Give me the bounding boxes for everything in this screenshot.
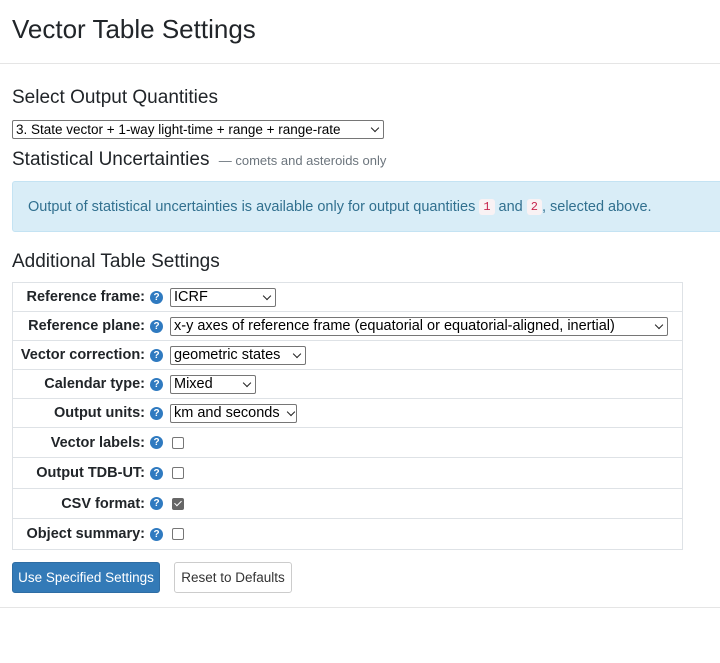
reference-plane-select[interactable]: x-y axes of reference frame (equatorial …: [170, 316, 668, 336]
chevron-down-icon: [262, 291, 272, 300]
value-cell: [163, 528, 184, 540]
value-cell: x-y axes of reference frame (equatorial …: [163, 316, 668, 336]
help-icon[interactable]: ?: [150, 436, 163, 449]
reference-frame-label: Reference frame:: [26, 289, 145, 305]
footer-divider: [0, 607, 720, 608]
quantity-code-1: 1: [479, 198, 495, 215]
csv-format-label: CSV format:: [61, 495, 145, 512]
label-cell: CSV format: ?: [13, 496, 163, 512]
reference-plane-label: Reference plane:: [28, 318, 145, 334]
label-cell: Reference plane: ?: [13, 318, 163, 334]
label-cell: Reference frame: ?: [13, 289, 163, 305]
help-icon[interactable]: ?: [150, 348, 163, 362]
settings-row-vector-correction: Vector correction: ? geometric states: [13, 341, 682, 370]
settings-row-output-tdb-ut: Output TDB-UT: ?: [13, 458, 682, 489]
vector-labels-label: Vector labels:: [50, 434, 145, 451]
csv-format-checkbox[interactable]: [172, 497, 184, 510]
chevron-down-icon: [286, 407, 296, 416]
value-cell: [163, 467, 184, 479]
label-cell: Vector correction: ?: [13, 347, 163, 363]
output-quantities-select[interactable]: 3. State vector + 1-way light-time + ran…: [12, 120, 384, 139]
info-text-prefix: Output of statistical uncertainties is a…: [28, 198, 476, 215]
info-text-and: and: [498, 198, 523, 215]
help-icon[interactable]: ?: [150, 406, 163, 420]
label-cell: Vector labels: ?: [13, 435, 163, 451]
chevron-down-icon: [654, 320, 664, 329]
output-quantities-value: 3. State vector + 1-way light-time + ran…: [16, 122, 341, 137]
label-cell: Object summary: ?: [13, 526, 163, 542]
object-summary-label: Object summary:: [26, 526, 145, 542]
help-icon[interactable]: ?: [150, 466, 163, 480]
settings-row-reference-plane: Reference plane: ? x-y axes of reference…: [13, 312, 682, 341]
label-cell: Output TDB-UT: ?: [13, 465, 163, 481]
chevron-down-icon: [370, 123, 380, 133]
settings-row-output-units: Output units: ? km and seconds: [13, 399, 682, 428]
chevron-down-icon: [292, 349, 302, 358]
output-units-label: Output units:: [53, 405, 145, 421]
reference-frame-value: ICRF: [174, 289, 208, 305]
value-cell: [163, 436, 184, 449]
value-cell: [163, 497, 184, 510]
calendar-type-select[interactable]: Mixed: [170, 374, 256, 394]
settings-row-object-summary: Object summary: ?: [13, 519, 682, 549]
output-quantities-heading: Select Output Quantities: [12, 87, 218, 108]
chevron-down-icon: [242, 378, 252, 387]
info-text-suffix: , selected above.: [541, 198, 652, 215]
help-icon[interactable]: ?: [150, 497, 163, 510]
vector-correction-select[interactable]: geometric states: [170, 345, 306, 365]
help-icon[interactable]: ?: [150, 290, 163, 304]
settings-row-vector-labels: Vector labels: ?: [13, 428, 682, 458]
calendar-type-label: Calendar type:: [44, 376, 145, 392]
vector-correction-label: Vector correction:: [20, 347, 145, 363]
object-summary-checkbox[interactable]: [172, 528, 184, 540]
settings-row-csv-format: CSV format: ?: [13, 489, 682, 519]
settings-row-reference-frame: Reference frame: ? ICRF: [13, 283, 682, 312]
calendar-type-value: Mixed: [174, 376, 213, 392]
value-cell: geometric states: [163, 345, 306, 365]
uncertainties-title: Statistical Uncertainties: [12, 149, 210, 170]
vector-labels-checkbox[interactable]: [172, 436, 184, 449]
uncertainties-heading: Statistical Uncertainties — comets and a…: [12, 149, 386, 171]
value-cell: ICRF: [163, 287, 276, 307]
label-cell: Calendar type: ?: [13, 376, 163, 392]
output-units-select[interactable]: km and seconds: [170, 403, 297, 423]
vector-correction-value: geometric states: [174, 347, 281, 363]
reference-plane-value: x-y axes of reference frame (equatorial …: [174, 318, 615, 334]
uncertainties-info-alert: Output of statistical uncertainties is a…: [12, 181, 720, 232]
settings-table: Reference frame: ? ICRF Reference plane:…: [12, 282, 683, 550]
value-cell: km and seconds: [163, 403, 297, 423]
reset-to-defaults-button[interactable]: Reset to Defaults: [174, 562, 292, 593]
help-icon[interactable]: ?: [150, 319, 163, 333]
label-cell: Output units: ?: [13, 405, 163, 421]
use-specified-settings-button[interactable]: Use Specified Settings: [12, 562, 160, 593]
help-icon[interactable]: ?: [150, 527, 163, 541]
uncertainties-note: — comets and asteroids only: [218, 153, 387, 168]
header-divider: [0, 63, 720, 64]
value-cell: Mixed: [163, 374, 256, 394]
output-tdb-ut-checkbox[interactable]: [172, 467, 184, 479]
output-units-value: km and seconds: [174, 405, 280, 421]
quantity-code-2: 2: [526, 198, 542, 215]
output-tdb-ut-label: Output TDB-UT:: [36, 465, 145, 481]
page-title: Vector Table Settings: [12, 14, 256, 44]
help-icon[interactable]: ?: [150, 377, 163, 391]
reference-frame-select[interactable]: ICRF: [170, 287, 276, 307]
additional-settings-heading: Additional Table Settings: [12, 251, 220, 272]
settings-row-calendar-type: Calendar type: ? Mixed: [13, 370, 682, 399]
